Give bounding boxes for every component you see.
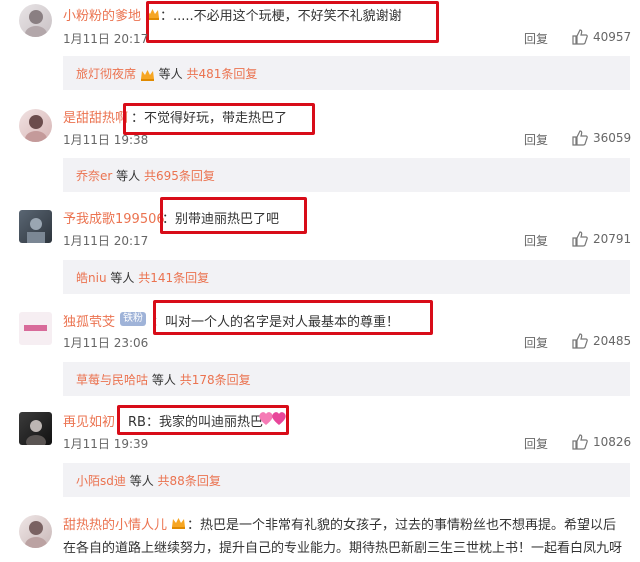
sub-reply-user[interactable]: 旅灯彻夜席 <box>76 67 136 81</box>
like-button[interactable]: 36059 <box>572 130 631 146</box>
sub-reply-suffix: 等人 <box>151 373 176 387</box>
like-count: 36059 <box>593 131 632 145</box>
like-count: 20791 <box>593 232 632 246</box>
sub-reply-total[interactable]: 共141条回复 <box>138 271 209 285</box>
sub-reply-suffix: 等人 <box>116 169 141 183</box>
thumbs-up-icon <box>572 130 588 146</box>
highlight-box <box>123 103 315 135</box>
comment-date: 1月11日 23:06 <box>63 336 149 350</box>
fan-badge[interactable]: 铁粉 <box>120 312 146 326</box>
sub-reply-suffix: 等人 <box>129 474 154 488</box>
sub-reply-user[interactable]: 草莓与民哈咕 <box>76 373 148 387</box>
sub-reply-total[interactable]: 共481条回复 <box>187 67 258 81</box>
avatar[interactable] <box>19 109 52 142</box>
reply-button[interactable]: 回复 <box>524 334 548 351</box>
username[interactable]: 予我成歌199506 <box>63 208 165 227</box>
sub-replies-summary[interactable]: 草莓与民哈咕 等人 共178条回复 <box>76 371 251 388</box>
comment-date: 1月11日 19:39 <box>63 437 149 451</box>
sub-reply-total[interactable]: 共178条回复 <box>180 373 251 387</box>
sub-replies-summary[interactable]: 小陌sd迪 等人 共88条回复 <box>76 472 221 489</box>
sub-replies-summary[interactable]: 皓niu 等人 共141条回复 <box>76 269 209 286</box>
like-count: 20485 <box>593 334 632 348</box>
like-count: 40957 <box>593 30 632 44</box>
sub-replies-box[interactable]: 皓niu 等人 共141条回复 <box>63 260 630 294</box>
sub-replies-box[interactable]: 草莓与民哈咕 等人 共178条回复 <box>63 362 630 396</box>
like-count: 10826 <box>593 435 632 449</box>
username[interactable]: 独孤茕芠 <box>63 311 115 330</box>
avatar[interactable] <box>19 312 52 345</box>
thumbs-up-icon <box>572 434 588 450</box>
thumbs-up-icon <box>572 29 588 45</box>
highlight-box <box>153 300 433 335</box>
sub-reply-user[interactable]: 小陌sd迪 <box>76 474 126 488</box>
comment-date: 1月11日 19:38 <box>63 133 149 147</box>
highlight-box <box>160 197 307 234</box>
like-button[interactable]: 20791 <box>572 231 631 247</box>
avatar[interactable] <box>19 515 52 548</box>
username[interactable]: 小粉粉的爹地 <box>63 5 141 24</box>
like-button[interactable]: 40957 <box>572 29 631 45</box>
highlight-box <box>146 1 439 43</box>
like-button[interactable]: 10826 <box>572 434 631 450</box>
username[interactable]: 甜热热的小情人儿 <box>63 514 167 533</box>
sub-reply-suffix: 等人 <box>158 67 183 81</box>
avatar[interactable] <box>19 4 52 37</box>
comment-date: 1月11日 20:17 <box>63 32 149 46</box>
reply-button[interactable]: 回复 <box>524 131 548 148</box>
sub-replies-summary[interactable]: 旅灯彻夜席 等人 共481条回复 <box>76 65 257 82</box>
sub-replies-box[interactable]: 乔奈er 等人 共695条回复 <box>63 158 630 192</box>
sub-replies-box[interactable]: 小陌sd迪 等人 共88条回复 <box>63 463 630 497</box>
sub-reply-suffix: 等人 <box>110 271 135 285</box>
reply-button[interactable]: 回复 <box>524 30 548 47</box>
thumbs-up-icon <box>572 231 588 247</box>
highlight-box <box>117 405 289 435</box>
username[interactable]: 是甜甜热啊 <box>63 107 128 126</box>
sub-replies-summary[interactable]: 乔奈er 等人 共695条回复 <box>76 167 215 184</box>
comment-date: 1月11日 20:17 <box>63 234 149 248</box>
member-crown-icon <box>172 518 185 529</box>
comment-text-line1: ：热巴是一个非常有礼貌的女孩子，过去的事情粉丝也不想再提。希望以后 <box>187 518 617 533</box>
sub-replies-box[interactable]: 旅灯彻夜席 等人 共481条回复 <box>63 56 630 90</box>
comment-text-line2: 在各自的道路上继续努力，提升自己的专业能力。期待热巴新剧三生三世枕上书！一起看白… <box>63 541 623 556</box>
avatar[interactable] <box>19 210 52 243</box>
avatar[interactable] <box>19 412 52 445</box>
username[interactable]: 再见如初 <box>63 411 115 430</box>
like-button[interactable]: 20485 <box>572 333 631 349</box>
reply-button[interactable]: 回复 <box>524 435 548 452</box>
thumbs-up-icon <box>572 333 588 349</box>
sub-reply-total[interactable]: 共88条回复 <box>158 474 221 488</box>
sub-reply-user[interactable]: 乔奈er <box>76 169 112 183</box>
sub-reply-user[interactable]: 皓niu <box>76 271 107 285</box>
sub-reply-total[interactable]: 共695条回复 <box>144 169 215 183</box>
member-crown-icon <box>140 69 154 81</box>
reply-button[interactable]: 回复 <box>524 232 548 249</box>
